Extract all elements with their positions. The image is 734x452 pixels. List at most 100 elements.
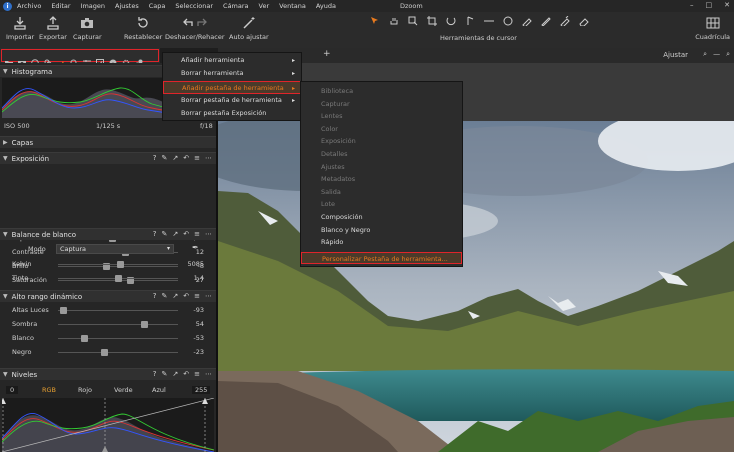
submenu-item[interactable]: Salida [301,186,462,198]
color-picker-icon[interactable] [522,16,532,28]
menu-ajustes[interactable]: Ajustes [115,2,139,10]
help-icon[interactable]: ? [153,230,157,238]
tab-details-loupe-icon[interactable] [70,52,79,67]
shape-circle-icon[interactable] [503,16,513,26]
submenu-customize-tool-tab[interactable]: Personalizar Pestaña de herramienta... [301,251,462,264]
tab-checklist-icon[interactable] [96,52,104,67]
menu-capa[interactable]: Capa [149,2,166,10]
brush-icon[interactable] [541,16,551,27]
menu-camara[interactable]: Cámara [223,2,249,10]
hdr-value[interactable]: -23 [193,348,204,356]
presets-icon[interactable]: ≡ [194,370,200,378]
zoom-icon[interactable]: ⌕ [703,50,707,59]
wb-value[interactable]: 5085 [187,260,204,268]
loupe-icon[interactable] [408,16,418,26]
auto-adjust-button[interactable]: Auto ajustar [229,16,269,41]
submenu-item[interactable]: Composición [301,211,462,223]
menu-add-tool[interactable]: Añadir herramienta ▸ [163,54,301,67]
zoom-slider-icon[interactable]: — [713,50,720,59]
layers-header[interactable]: ▶ Capas [0,136,216,148]
import-button[interactable]: Importar [6,16,34,41]
more-options-icon[interactable]: ⋯ [205,292,212,300]
submenu-item[interactable]: Detalles [301,148,462,160]
presets-icon[interactable]: ≡ [194,292,200,300]
hdr-slider-track[interactable] [58,310,178,311]
levels-max-input[interactable]: 255 [192,386,211,394]
submenu-item[interactable]: Blanco y Negro [301,224,462,236]
select-cursor-icon[interactable] [370,16,380,26]
hdr-value[interactable]: -93 [193,306,204,314]
submenu-item[interactable]: Lentes [301,110,462,122]
edit-pencil-icon[interactable]: ✎ [162,154,168,162]
tab-adjustments-icon[interactable] [83,52,91,66]
edit-pencil-icon[interactable]: ✎ [162,292,168,300]
menu-seleccionar[interactable]: Seleccionar [175,2,213,10]
hdr-slider-handle[interactable] [100,349,108,356]
hdr-header[interactable]: ▼ Alto rango dinámico ? ✎ ↗ ↶ ≡ ⋯ [0,290,216,302]
submenu-item[interactable]: Ajustes [301,161,462,173]
keystone-icon[interactable] [465,16,475,26]
wb-slider-handle[interactable] [115,275,122,282]
hdr-value[interactable]: -53 [193,334,204,342]
pan-hand-icon[interactable] [389,16,399,26]
tab-batch-icon[interactable] [135,52,143,66]
crop-icon[interactable] [427,16,437,26]
eraser-icon[interactable] [579,16,589,27]
help-icon[interactable]: ? [153,370,157,378]
menu-add-tool-tab[interactable]: Añadir pestaña de herramienta ▸ [163,81,302,94]
reset-arrow-icon[interactable]: ↶ [183,230,189,238]
tab-capture-camera-icon[interactable] [18,52,26,66]
reset-arrow-icon[interactable]: ↶ [183,292,189,300]
minimize-icon[interactable]: – [690,1,694,9]
tab-library-folder-icon[interactable] [5,52,13,67]
line-icon[interactable] [484,16,494,26]
capture-button[interactable]: Capturar [73,16,102,41]
submenu-item[interactable]: Rápido [301,236,462,248]
submenu-item[interactable]: Capturar [301,98,462,110]
tab-metadata-info-icon[interactable] [109,52,117,66]
hdr-slider-track[interactable] [58,352,178,353]
wb-mode-select[interactable]: Captura ▾ [56,244,174,254]
help-icon[interactable]: ? [153,154,157,162]
tab-lens-icon[interactable] [31,52,39,67]
add-viewer-icon[interactable]: + [323,49,331,59]
submenu-item[interactable]: Exposición [301,135,462,147]
apply-arrow-icon[interactable]: ↗ [172,292,178,300]
channel-blue-tab[interactable]: Azul [152,386,166,394]
export-button[interactable]: Exportar [39,16,67,41]
apply-arrow-icon[interactable]: ↗ [172,230,178,238]
submenu-item[interactable]: Metadatos [301,173,462,185]
channel-rgb-tab[interactable]: RGB [42,386,56,394]
menu-ayuda[interactable]: Ayuda [316,2,336,10]
hdr-slider-track[interactable] [58,324,178,325]
wb-value[interactable]: 1,4 [194,274,204,282]
reset-arrow-icon[interactable]: ↶ [183,154,189,162]
hdr-value[interactable]: 54 [196,320,204,328]
more-options-icon[interactable]: ⋯ [205,154,212,162]
menu-ventana[interactable]: Ventana [279,2,306,10]
menu-remove-tool-tab[interactable]: Borrar pestaña de herramienta ▸ [163,94,301,107]
menu-remove-exposure-tab[interactable]: Borrar pestaña Exposición [163,107,301,120]
edit-pencil-icon[interactable]: ✎ [162,370,168,378]
white-balance-header[interactable]: ▼ Balance de blanco ? ✎ ↗ ↶ ≡ ⋯ [0,228,216,240]
image-viewer[interactable] [218,63,734,452]
straighten-icon[interactable] [446,16,456,26]
presets-icon[interactable]: ≡ [194,230,200,238]
submenu-item[interactable]: Biblioteca [301,85,462,97]
levels-min-input[interactable]: 0 [6,386,19,394]
zoom-in-icon[interactable]: ⌕ [726,50,730,59]
menu-archivo[interactable]: Archivo [17,2,41,10]
submenu-item[interactable]: Lote [301,198,462,210]
reset-button[interactable]: Restablecer [124,16,162,41]
menu-imagen[interactable]: Imagen [81,2,105,10]
grid-button[interactable]: Cuadrícula [695,16,730,41]
more-options-icon[interactable]: ⋯ [205,230,212,238]
channel-green-tab[interactable]: Verde [114,386,133,394]
hdr-slider-handle[interactable] [81,335,89,342]
close-icon[interactable]: ✕ [724,1,730,9]
help-icon[interactable]: ? [153,292,157,300]
tab-exposure-icon[interactable] [57,52,65,67]
exposure-header[interactable]: ▼ Exposición ? ✎ ↗ ↶ ≡ ⋯ [0,152,216,164]
channel-red-tab[interactable]: Rojo [78,386,92,394]
wb-slider-handle[interactable] [117,261,125,268]
